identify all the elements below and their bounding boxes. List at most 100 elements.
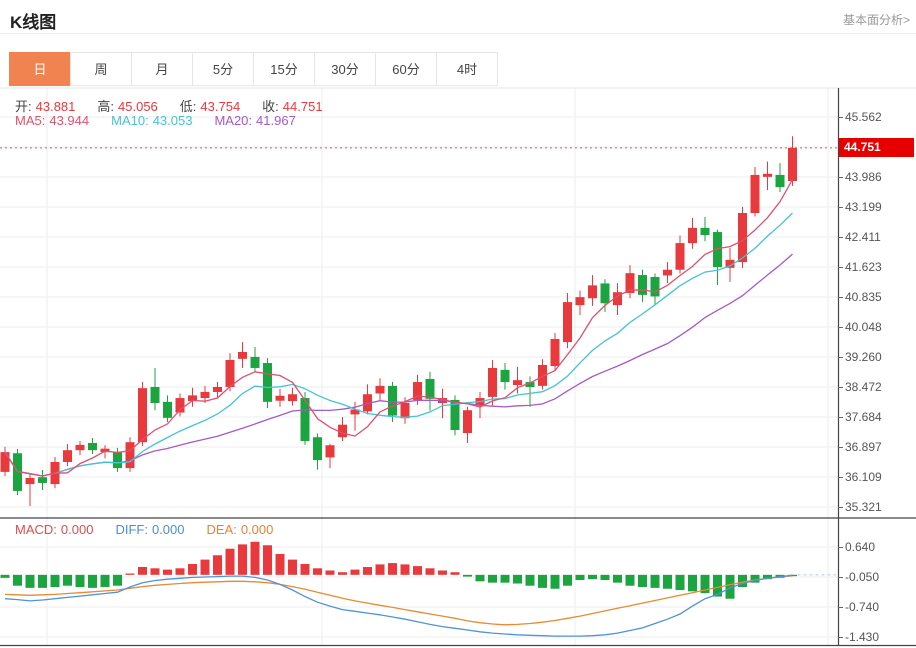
ma5-line — [4, 179, 794, 477]
macd-bar — [213, 555, 222, 575]
candle-body — [688, 227, 697, 244]
macd-bar — [325, 570, 335, 575]
candle-body — [763, 173, 772, 177]
candle-body — [88, 442, 97, 451]
legend-ma-value-2: 41.967 — [256, 113, 296, 128]
candle-body — [150, 387, 160, 403]
legend-macd-value-0: 0.000 — [60, 522, 94, 537]
legend-ohlc-1: 高: 45.056 — [97, 99, 161, 114]
price-axis-label-3-tick — [838, 237, 843, 238]
legend-ma-label-2: MA20: — [214, 113, 253, 128]
current-price-tag: 44.751 — [839, 138, 914, 157]
macd-bar — [550, 574, 560, 589]
candle-body — [638, 275, 647, 295]
macd-bar — [488, 574, 497, 583]
ma20-line — [4, 253, 793, 477]
macd-bar — [113, 574, 122, 586]
macd-bar — [150, 568, 160, 575]
legend-ohlc-value-1: 45.056 — [118, 99, 158, 114]
macd-bar — [400, 564, 410, 575]
macd-bar — [63, 574, 72, 586]
legend-macd-value-2: 0.000 — [240, 522, 274, 537]
candle-body — [275, 395, 285, 401]
candle-body — [788, 147, 797, 181]
legend-ma-value-1: 43.053 — [152, 113, 193, 128]
macd-bar — [500, 574, 510, 583]
price-axis-label-7-tick — [838, 357, 843, 358]
candle-body — [163, 401, 172, 418]
price-axis-label-4: 41.623 — [845, 260, 882, 274]
legend-ma-label-1: MA10: — [111, 113, 149, 128]
price-axis-label-11: 36.109 — [845, 470, 882, 484]
macd-bar — [363, 567, 372, 575]
candle-body — [225, 359, 235, 387]
macd-bar — [513, 574, 522, 584]
candle-body — [750, 174, 760, 214]
macd-bar — [538, 574, 547, 588]
kline-page: { "header": { "title": "K线图", "analysis_… — [0, 0, 916, 648]
candle-body — [263, 363, 272, 402]
legend-ohlc-3: 收: 44.751 — [262, 99, 326, 114]
macd-bar — [638, 574, 647, 587]
candles-layer — [0, 136, 797, 507]
macd-bar — [350, 569, 360, 575]
macd-bar — [125, 573, 135, 575]
macd-bar — [275, 553, 285, 575]
price-axis-label-9: 37.684 — [845, 410, 882, 424]
macd-bar — [438, 570, 447, 575]
macd-bar — [450, 572, 460, 575]
macd-bar — [50, 574, 60, 587]
macd-bar — [688, 574, 697, 592]
macd-axis-label-3-tick — [838, 637, 843, 638]
macd-bar — [575, 574, 585, 581]
price-axis-label-10-tick — [838, 447, 843, 448]
price-axis-label-4-tick — [838, 267, 843, 268]
macd-bar — [388, 563, 397, 575]
legend-macd-label-1: DIFF: — [115, 522, 148, 537]
macd-bar — [225, 548, 235, 575]
legend-macd-2: DEA: 0.000 — [206, 522, 277, 537]
candle-body — [200, 391, 210, 399]
price-axis-label-11-tick — [838, 477, 843, 478]
legend-ohlc-label-0: 开: — [15, 99, 32, 114]
legend-ma-value-0: 43.944 — [49, 113, 90, 128]
legend-macd-value-1: 0.000 — [151, 522, 185, 537]
candle-body — [313, 437, 322, 461]
macd-bar — [238, 544, 247, 575]
macd-axis-label-2-tick — [838, 607, 843, 608]
price-axis-label-6-tick — [838, 327, 843, 328]
candle-body — [650, 276, 660, 297]
candle-body — [138, 388, 147, 443]
candle-body — [325, 445, 335, 458]
price-axis-label-3: 42.411 — [845, 230, 881, 244]
candle-body — [500, 369, 510, 383]
candle-body — [388, 385, 397, 416]
macd-axis-label-1-tick — [838, 577, 843, 578]
candle-body — [113, 452, 122, 469]
price-axis-label-12-tick — [838, 507, 843, 508]
legend-ohlc-label-3: 收: — [262, 99, 279, 114]
price-axis-label-2: 43.199 — [845, 200, 882, 214]
macd-bar — [175, 568, 185, 575]
legend-ma-label-0: MA5: — [15, 113, 46, 128]
macd-bar — [563, 574, 572, 586]
macd-bar — [88, 574, 97, 588]
macd-bar — [625, 574, 635, 586]
macd-bar — [288, 559, 297, 575]
macd-legend: MACD: 0.000 DIFF: 0.000 DEA: 0.000 — [15, 522, 295, 537]
macd-bar — [663, 574, 672, 589]
candle-body — [25, 477, 35, 485]
candle-body — [663, 269, 672, 276]
macd-bar — [263, 545, 272, 575]
macd-bar — [600, 574, 610, 581]
price-axis-label-10: 36.897 — [845, 440, 882, 454]
candle-body — [588, 285, 597, 299]
macd-bar — [138, 567, 147, 575]
legend-ma-0: MA5: 43.944 — [15, 113, 93, 128]
legend-macd-1: DIFF: 0.000 — [115, 522, 188, 537]
ma10-line — [4, 212, 793, 477]
candle-body — [375, 385, 385, 394]
macd-bar — [463, 574, 472, 577]
candle-body — [563, 302, 572, 343]
candle-body — [463, 410, 472, 434]
